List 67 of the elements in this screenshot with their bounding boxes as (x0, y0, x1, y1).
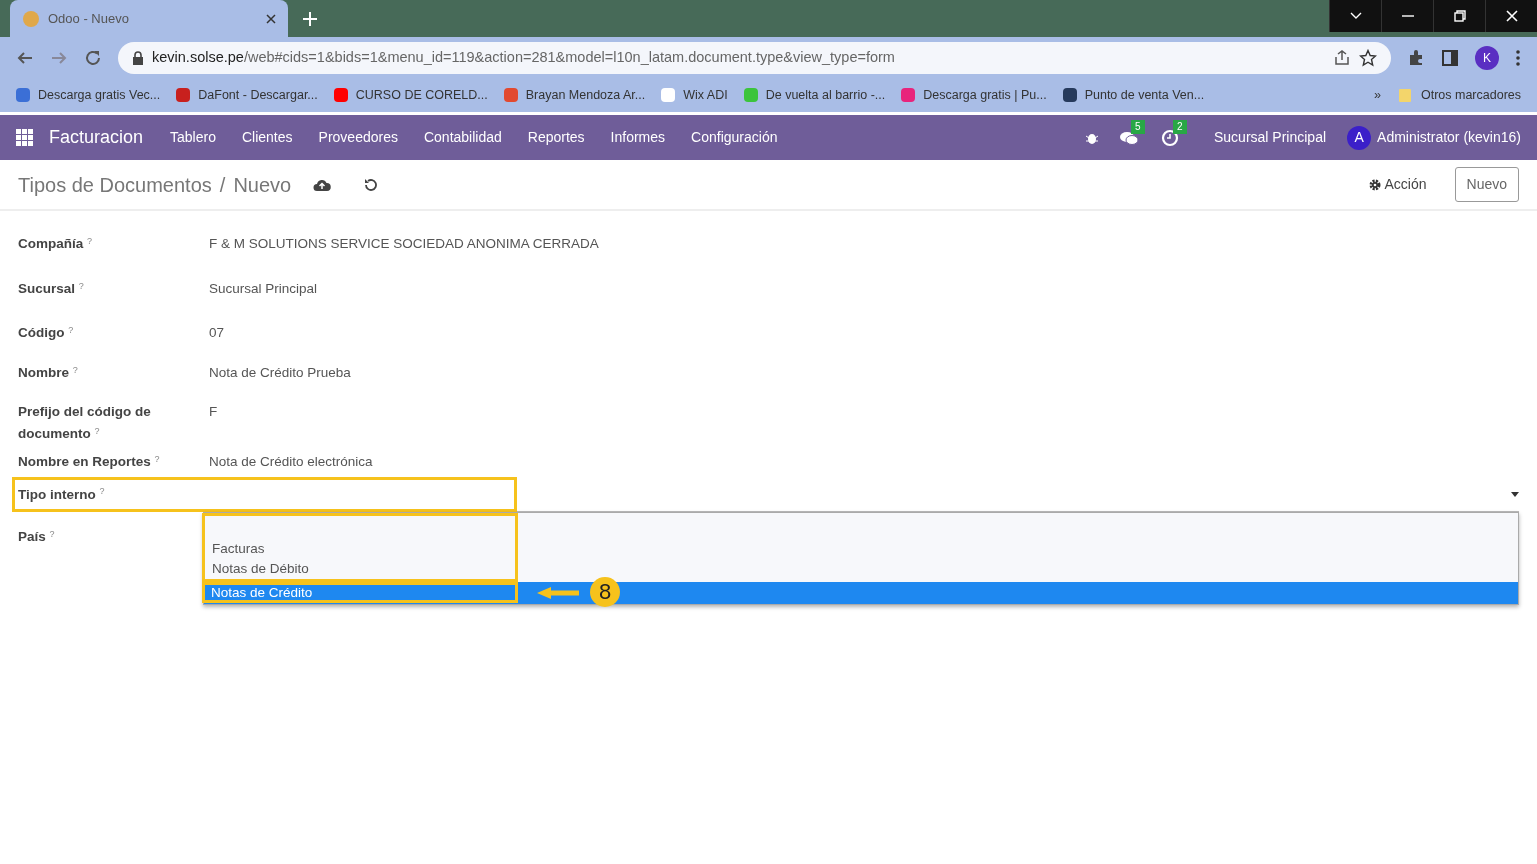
side-panel-icon[interactable] (1441, 48, 1459, 67)
menu-item[interactable]: Reportes (514, 127, 598, 148)
dropdown-option[interactable]: Notas de Débito (205, 559, 515, 579)
field-label: País $^{?}$ (18, 527, 56, 546)
cloud-upload-icon[interactable] (313, 177, 332, 192)
puzzle-icon[interactable] (1407, 48, 1425, 67)
lock-icon (132, 50, 144, 65)
user-avatar: A (1347, 125, 1372, 150)
field-value: F (209, 403, 218, 421)
bookmark[interactable]: DaFont - Descargar... (168, 85, 326, 105)
field-value: 07 (209, 324, 225, 342)
menu-item[interactable]: Tablero (157, 127, 229, 148)
menu-item[interactable]: Configuración (678, 127, 791, 148)
user-menu[interactable]: Administrator (kevin16) (1377, 127, 1521, 148)
folder-icon (1396, 87, 1413, 103)
new-button[interactable]: Nuevo (1454, 167, 1519, 202)
branch-switcher[interactable]: Sucursal Principal (1201, 127, 1340, 148)
gear-icon (1368, 178, 1381, 191)
app-name[interactable]: Facturacion (49, 124, 144, 151)
field-value: Sucursal Principal (209, 280, 318, 298)
browser-tab[interactable]: Odoo - Nuevo (10, 0, 288, 37)
menu-item[interactable]: Contabilidad (410, 127, 515, 148)
close-icon[interactable] (266, 13, 276, 24)
bookmark-folder[interactable]: Otros marcadores (1388, 85, 1529, 105)
menu-item[interactable]: Proveedores (305, 127, 411, 148)
field-label: Nombre en Reportes $^{?}$ (18, 452, 161, 471)
close-icon[interactable] (1503, 8, 1520, 24)
field-value: Nota de Crédito electrónica (209, 453, 373, 471)
breadcrumb-separator: / (219, 172, 226, 198)
arrow-icon (535, 586, 581, 600)
menu-item[interactable]: Clientes (228, 127, 306, 148)
apps-grid-icon[interactable] (16, 129, 33, 146)
clock-icon[interactable] (1161, 129, 1179, 148)
caret-down-icon (1511, 491, 1519, 497)
field-value: Nota de Crédito Prueba (209, 364, 351, 382)
field-label: Sucursal $^{?}$ (18, 279, 85, 298)
chat-icon[interactable] (1119, 130, 1139, 147)
activity-count: 2 (1173, 119, 1187, 134)
field-label: Código $^{?}$ (18, 323, 75, 342)
field-value: F & M SOLUTIONS SERVICE SOCIEDAD ANONIMA CERRADA (209, 235, 599, 253)
address-bar[interactable]: kevin.solse.pe/web#cids=1&bids=1&menu_id=119&action=281&model=l10n_latam.document.type&view_type=form (118, 41, 1391, 74)
breadcrumb-current: Nuevo (233, 172, 292, 198)
field-label: Tipo interno $^{?}$ (18, 485, 105, 504)
reload-icon[interactable] (84, 48, 102, 67)
undo-icon[interactable] (363, 177, 378, 192)
breadcrumb-link[interactable]: Tipos de Documentos (18, 169, 212, 200)
bookmark[interactable]: De vuelta al barrio -... (735, 85, 894, 105)
field-label: Prefijo del código de documento $^{?}$ (18, 403, 152, 443)
dropdown-option[interactable]: Facturas (205, 539, 515, 559)
share-icon[interactable] (1333, 48, 1351, 67)
bookmark[interactable]: Wix ADI (653, 85, 736, 105)
profile-avatar[interactable]: K (1475, 45, 1499, 70)
bookmark[interactable]: Brayan Mendoza Ar... (495, 85, 654, 105)
menu-item[interactable]: Informes (597, 127, 679, 148)
bookmark[interactable]: Descarga gratis | Pu... (893, 85, 1055, 105)
message-count: 5 (1131, 119, 1145, 134)
star-icon[interactable] (1359, 48, 1377, 67)
field-label: Compañía $^{?}$ (18, 234, 94, 253)
more-bookmarks-button[interactable]: » (1366, 85, 1389, 105)
plus-icon[interactable] (302, 11, 318, 27)
bookmark[interactable]: CURSO DE CORELD... (325, 85, 496, 105)
bookmark[interactable]: Punto de venta Ven... (1054, 85, 1213, 105)
action-menu[interactable]: Acción (1368, 174, 1427, 195)
field-label: Nombre $^{?}$ (18, 363, 79, 382)
more-vertical-icon[interactable] (1515, 48, 1521, 67)
restore-icon[interactable] (1451, 8, 1468, 24)
bookmark[interactable]: Descarga gratis Vec... (8, 85, 169, 105)
